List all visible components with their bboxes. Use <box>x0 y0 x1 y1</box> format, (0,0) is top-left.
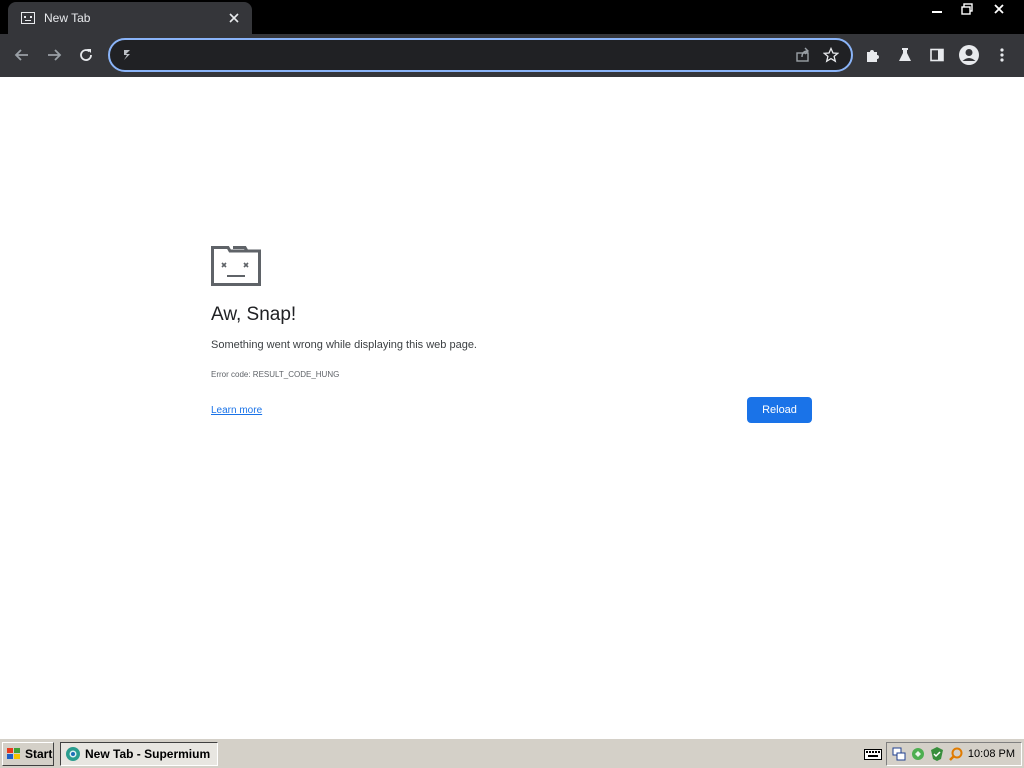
start-button[interactable]: Start <box>2 742 54 766</box>
start-label: Start <box>25 747 53 761</box>
share-icon[interactable] <box>789 41 817 69</box>
supermium-icon <box>120 41 134 69</box>
reload-button[interactable]: Reload <box>747 397 812 423</box>
back-button[interactable] <box>7 40 37 70</box>
side-panel-icon[interactable] <box>922 40 952 70</box>
error-heading: Aw, Snap! <box>211 304 297 325</box>
error-code: Error code: RESULT_CODE_HUNG <box>211 370 340 379</box>
window-close-icon[interactable] <box>984 0 1014 18</box>
taskbar-task-label: New Tab - Supermium <box>85 747 211 761</box>
restore-icon[interactable] <box>954 0 980 18</box>
recycle-icon[interactable] <box>910 746 926 762</box>
security-icon[interactable] <box>929 746 945 762</box>
window-controls <box>924 0 1014 18</box>
sad-tab-illustration-icon <box>211 246 261 286</box>
search-icon[interactable] <box>948 746 964 762</box>
taskbar-clock: 10:08 PM <box>967 748 1015 760</box>
tab-title: New Tab <box>44 11 91 25</box>
kebab-menu-icon[interactable] <box>987 40 1017 70</box>
puzzle-icon[interactable] <box>858 40 888 70</box>
page-content: Aw, Snap! Something went wrong while dis… <box>0 77 1024 738</box>
browser-toolbar <box>0 34 1024 77</box>
taskbar-task-supermium[interactable]: New Tab - Supermium <box>60 742 218 766</box>
reload-browser-button[interactable] <box>71 40 101 70</box>
arrow-left-icon <box>14 49 28 61</box>
flask-icon[interactable] <box>890 40 920 70</box>
tab-strip: New Tab <box>0 0 1024 34</box>
profile-icon[interactable] <box>954 40 984 70</box>
supermium-app-icon <box>66 747 80 761</box>
system-tray: 10:08 PM <box>886 742 1022 766</box>
sad-tab-icon <box>20 10 36 26</box>
star-icon[interactable] <box>817 41 845 69</box>
network-icon[interactable] <box>891 746 907 762</box>
learn-more-link[interactable]: Learn more <box>211 405 262 416</box>
keyboard-icon[interactable] <box>864 747 882 761</box>
tab-new-tab[interactable]: New Tab <box>8 2 252 34</box>
forward-button[interactable] <box>39 40 69 70</box>
address-bar[interactable] <box>108 38 853 72</box>
error-message: Something went wrong while displaying th… <box>211 339 477 351</box>
reload-icon <box>80 49 92 61</box>
windows-logo-icon <box>7 748 20 759</box>
taskbar: Start New Tab - Supermium 10:08 PM <box>0 738 1024 768</box>
address-input[interactable] <box>140 43 789 67</box>
minimize-icon[interactable] <box>924 0 950 18</box>
arrow-right-icon <box>48 49 62 61</box>
tab-close-icon[interactable] <box>226 10 242 26</box>
